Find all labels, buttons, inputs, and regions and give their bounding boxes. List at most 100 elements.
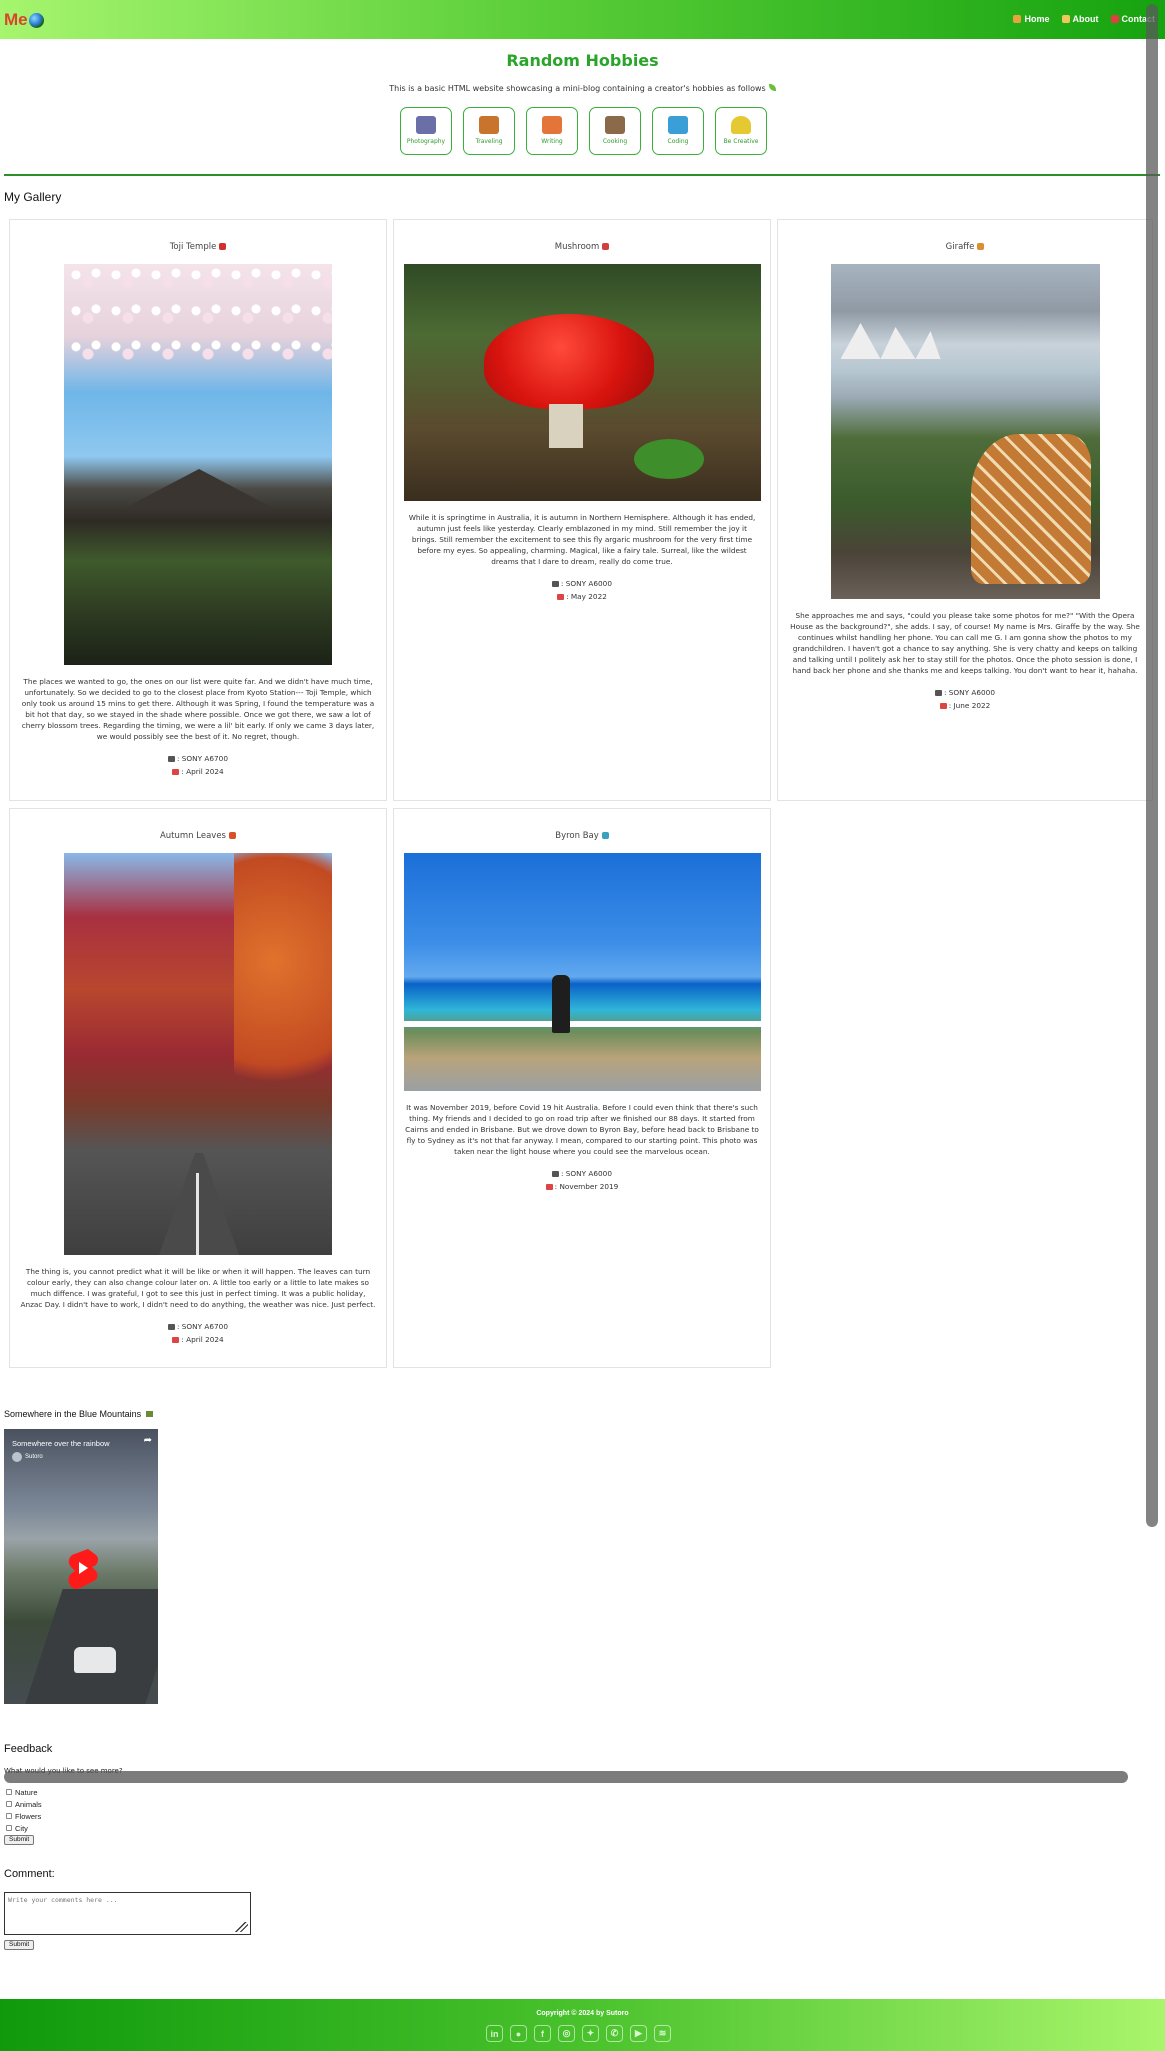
youtube-icon[interactable]: ▶: [630, 2025, 647, 2042]
instagram-icon[interactable]: ◎: [558, 2025, 575, 2042]
gallery-card-mushroom: Mushroom While it is springtime in Austr…: [393, 219, 771, 801]
vertical-scrollbar[interactable]: [1146, 4, 1158, 1527]
hobby-label: Writing: [541, 138, 563, 145]
option-label: Flowers: [15, 1811, 42, 1821]
facebook-icon[interactable]: f: [534, 2025, 551, 2042]
camera-icon: [552, 1171, 560, 1177]
camera-model: : SONY A6000: [944, 688, 995, 697]
video-heading: Somewhere in the Blue Mountains: [4, 1409, 153, 1419]
gallery-card-autumn-leaves: Autumn Leaves The thing is, you cannot p…: [9, 808, 387, 1368]
linkedin-icon[interactable]: in: [486, 2025, 503, 2042]
checkbox[interactable]: [6, 1825, 12, 1831]
camera-icon: [168, 1324, 176, 1330]
copyright-text: Copyright © 2024 by Sutoro: [536, 2010, 629, 2017]
hobby-photography-button[interactable]: Photography: [400, 107, 452, 155]
page-subtitle: This is a basic HTML website showcasing …: [0, 84, 1165, 93]
card-title: Mushroom: [394, 242, 770, 252]
channel-avatar: [12, 1452, 22, 1462]
mountain-icon: [145, 1411, 153, 1417]
card-title-text: Giraffe: [945, 242, 975, 252]
hobby-cooking-button[interactable]: Cooking: [589, 107, 641, 155]
hobby-coding-button[interactable]: Coding: [652, 107, 704, 155]
github-icon[interactable]: ●: [510, 2025, 527, 2042]
writing-hand-icon: [542, 116, 562, 134]
photo-date: : April 2024: [181, 767, 224, 776]
option-animals[interactable]: Animals: [6, 1798, 42, 1810]
option-label: Nature: [15, 1787, 38, 1797]
card-meta: : SONY A6700 : April 2024: [10, 1320, 386, 1346]
mail-icon: [1110, 15, 1119, 23]
share-icon[interactable]: ➦: [144, 1435, 152, 1446]
twitter-icon[interactable]: ✦: [582, 2025, 599, 2042]
photo-date: : April 2024: [181, 1335, 224, 1344]
whatsapp-icon[interactable]: ✆: [606, 2025, 623, 2042]
checkbox[interactable]: [6, 1813, 12, 1819]
photo-date: : June 2022: [948, 701, 991, 710]
card-description: She approaches me and says, "could you p…: [790, 611, 1140, 675]
mushroom-photo: [403, 264, 761, 501]
card-description: It was November 2019, before Covid 19 hi…: [405, 1103, 759, 1156]
camera-model: : SONY A6000: [561, 1169, 612, 1178]
hobby-buttons: Photography Traveling Writing Cooking Co…: [400, 107, 767, 155]
person-icon: [1061, 15, 1070, 23]
calendar-icon: [545, 1184, 553, 1190]
toji-temple-photo: [64, 264, 332, 665]
subtitle-text: This is a basic HTML website showcasing …: [389, 84, 766, 93]
photo-date: : November 2019: [554, 1182, 619, 1191]
option-label: Animals: [15, 1799, 42, 1809]
globe-icon: [28, 12, 44, 28]
card-title-text: Toji Temple: [169, 242, 217, 252]
page-footer: Copyright © 2024 by Sutoro in ● f ◎ ✦ ✆ …: [0, 1999, 1165, 2051]
nav-home-label: Home: [1024, 14, 1050, 24]
section-divider: [4, 174, 1160, 176]
comment-textarea[interactable]: Write your comments here ...: [4, 1892, 251, 1935]
hobby-writing-button[interactable]: Writing: [526, 107, 578, 155]
card-title-text: Byron Bay: [555, 831, 599, 841]
hobby-label: Photography: [406, 138, 446, 145]
option-city[interactable]: City: [6, 1822, 42, 1834]
nav-about-link[interactable]: About: [1061, 14, 1099, 24]
hobby-label: Coding: [667, 138, 689, 145]
option-flowers[interactable]: Flowers: [6, 1810, 42, 1822]
social-links: in ● f ◎ ✦ ✆ ▶ ≋: [486, 2025, 671, 2042]
card-title-text: Autumn Leaves: [159, 831, 226, 841]
hobby-label: Traveling: [475, 138, 503, 145]
card-title: Byron Bay: [394, 831, 770, 841]
video-channel: Sutoro: [12, 1452, 43, 1462]
resize-grip-icon[interactable]: [234, 1922, 248, 1932]
hobby-label: Be Creative: [723, 138, 759, 145]
option-nature[interactable]: Nature: [6, 1786, 42, 1798]
checkbox[interactable]: [6, 1801, 12, 1807]
video-title: Somewhere over the rainbow: [12, 1439, 110, 1448]
spotify-icon[interactable]: ≋: [654, 2025, 671, 2042]
autumn-leaves-photo: [64, 853, 332, 1255]
hobby-traveling-button[interactable]: Traveling: [463, 107, 515, 155]
camera-icon: [168, 756, 176, 762]
camera-icon: [416, 116, 436, 134]
nav-about-label: About: [1072, 14, 1099, 24]
feedback-submit-button[interactable]: Submit: [4, 1835, 35, 1845]
site-logo[interactable]: Me: [4, 10, 44, 30]
byron-bay-photo: [403, 853, 761, 1091]
camera-model: : SONY A6700: [177, 754, 228, 763]
camera-model: : SONY A6000: [561, 579, 612, 588]
calendar-icon: [939, 703, 947, 709]
camera-icon: [552, 581, 560, 587]
horizontal-scrollbar[interactable]: [4, 1771, 1128, 1783]
leaf-icon: [768, 84, 776, 91]
card-title: Autumn Leaves: [10, 831, 386, 841]
channel-name: Sutoro: [25, 1454, 43, 1460]
nav-home-link[interactable]: Home: [1013, 14, 1050, 24]
top-navbar: Me Home About Contact: [0, 0, 1165, 39]
hobby-label: Cooking: [602, 138, 628, 145]
feedback-heading: Feedback: [4, 1743, 53, 1755]
gallery-card-toji-temple: Toji Temple The places we wanted to go, …: [9, 219, 387, 801]
card-description: The places we wanted to go, the ones on …: [21, 677, 375, 741]
comment-submit-button[interactable]: Submit: [4, 1940, 35, 1950]
laptop-icon: [668, 116, 688, 134]
embedded-video[interactable]: Somewhere over the rainbow Sutoro ➦: [4, 1429, 158, 1704]
hobby-be-creative-button[interactable]: Be Creative: [715, 107, 767, 155]
photo-date: : May 2022: [566, 592, 607, 601]
youtube-shorts-play-icon[interactable]: [66, 1547, 100, 1589]
checkbox[interactable]: [6, 1789, 12, 1795]
